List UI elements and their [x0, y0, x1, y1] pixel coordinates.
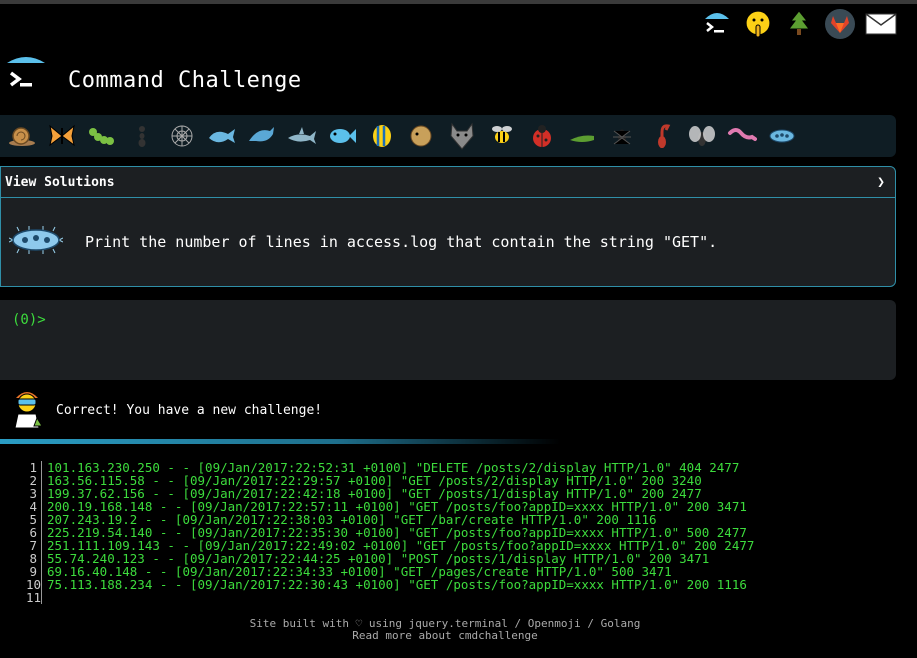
top-nav	[701, 8, 897, 40]
log-line: 11	[26, 591, 754, 604]
bee-icon[interactable]	[484, 121, 520, 151]
status-row: Correct! You have a new challenge!	[10, 388, 322, 432]
worm-icon[interactable]	[724, 121, 760, 151]
challenge-progress-bar	[0, 115, 896, 157]
access-log-listing: 1 101.163.230.250 - - [09/Jan/2017:22:52:…	[26, 461, 754, 604]
tree-icon[interactable]	[783, 8, 815, 40]
dolphin-icon[interactable]	[244, 121, 280, 151]
microbe-icon	[8, 225, 64, 259]
cmd-logo-icon[interactable]	[701, 8, 733, 40]
ladybug-icon[interactable]	[524, 121, 560, 151]
challenge-description: Print the number of lines in access.log …	[1, 198, 895, 286]
blowfish-icon[interactable]	[404, 121, 440, 151]
mail-icon[interactable]	[865, 8, 897, 40]
terminal-logo-icon[interactable]	[6, 56, 46, 96]
view-solutions-toggle[interactable]: View Solutions ❯	[1, 167, 895, 198]
fly-icon[interactable]	[684, 121, 720, 151]
top-border	[0, 0, 917, 4]
status-message: Correct! You have a new challenge!	[56, 402, 323, 418]
spider-icon[interactable]	[604, 121, 640, 151]
wolf-icon[interactable]	[444, 121, 480, 151]
butterfly-icon[interactable]	[44, 121, 80, 151]
whale-icon[interactable]	[204, 121, 240, 151]
gitlab-icon[interactable]	[824, 8, 856, 40]
scientist-avatar-icon	[10, 388, 44, 432]
microbe-icon[interactable]	[764, 121, 800, 151]
tropical-fish-icon[interactable]	[364, 121, 400, 151]
footer-about-link[interactable]: Read more about cmdchallenge	[0, 630, 890, 642]
scorpion-icon[interactable]	[644, 121, 680, 151]
site-footer: Site built with ♡ using jquery.terminal …	[0, 618, 890, 642]
shush-face-icon[interactable]	[742, 8, 774, 40]
caterpillar-icon[interactable]	[84, 121, 120, 151]
challenge-panel: View Solutions ❯ Print the number of lin…	[0, 166, 896, 287]
separator-gradient	[0, 439, 560, 444]
terminal-input[interactable]: (0)>	[0, 300, 896, 380]
view-solutions-label: View Solutions	[5, 174, 115, 190]
page-title: Command Challenge	[68, 68, 302, 93]
log-text: 75.113.188.234 - - [09/Jan/2017:22:30:43…	[47, 577, 747, 592]
site-header	[6, 56, 46, 96]
chevron-right-icon[interactable]: ❯	[877, 175, 885, 190]
snail-icon[interactable]	[4, 121, 40, 151]
ant-icon[interactable]	[124, 121, 160, 151]
log-line: 10 75.113.188.234 - - [09/Jan/2017:22:30:…	[26, 578, 754, 591]
fish-icon[interactable]	[324, 121, 360, 151]
spiderweb-icon[interactable]	[164, 121, 200, 151]
line-number: 11	[26, 590, 42, 605]
terminal-prompt: (0)>	[12, 312, 46, 328]
shark-icon[interactable]	[284, 121, 320, 151]
cricket-icon[interactable]	[564, 121, 600, 151]
challenge-text: Print the number of lines in access.log …	[85, 233, 718, 251]
